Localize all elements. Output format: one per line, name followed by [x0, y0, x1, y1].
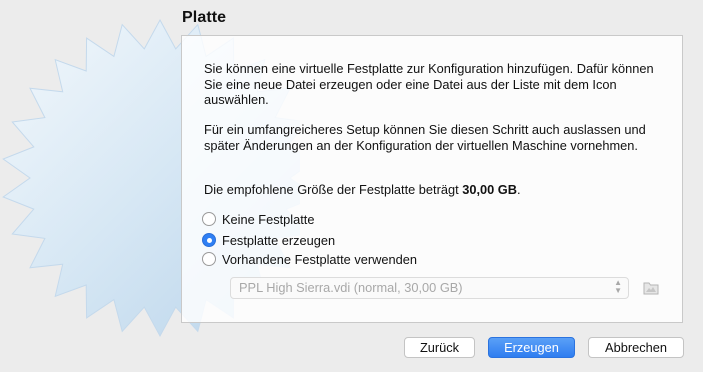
radio-existing-disk[interactable]: Vorhandene Festplatte verwenden [202, 250, 417, 268]
skip-hint-text: Für ein umfangreicheres Setup können Sie… [204, 122, 646, 153]
folder-icon[interactable] [642, 279, 660, 297]
recommended-size-text: Die empfohlene Größe der Festplatte betr… [204, 182, 674, 198]
back-button[interactable]: Zurück [404, 337, 475, 358]
recommended-size-value: 30,00 GB [462, 182, 517, 197]
radio-label-existing-disk: Vorhandene Festplatte verwenden [222, 251, 417, 267]
radio-create-disk[interactable]: Festplatte erzeugen [202, 231, 335, 249]
recommended-size-suffix: . [517, 182, 521, 197]
radio-label-create-disk: Festplatte erzeugen [222, 232, 336, 248]
updown-chevron-icon: ▲ ▼ [614, 278, 622, 295]
create-button[interactable]: Erzeugen [488, 337, 575, 358]
recommended-size-label: Die empfohlene Größe der Festplatte betr… [204, 182, 463, 197]
existing-disk-select-value: PPL High Sierra.vdi (normal, 30,00 GB) [239, 280, 463, 295]
cancel-button[interactable]: Abbrechen [588, 337, 684, 358]
page-title: Platte [182, 9, 227, 26]
radio-button-selected[interactable] [202, 233, 216, 247]
radio-label-no-disk: Keine Festplatte [222, 211, 315, 227]
radio-no-disk[interactable]: Keine Festplatte [202, 210, 314, 228]
intro-text: Sie können eine virtuelle Festplatte zur… [204, 61, 654, 107]
content-panel: Sie können eine virtuelle Festplatte zur… [181, 35, 683, 323]
existing-disk-select[interactable]: PPL High Sierra.vdi (normal, 30,00 GB) ▲… [230, 277, 629, 299]
radio-button[interactable] [202, 252, 216, 266]
radio-button[interactable] [202, 212, 216, 226]
